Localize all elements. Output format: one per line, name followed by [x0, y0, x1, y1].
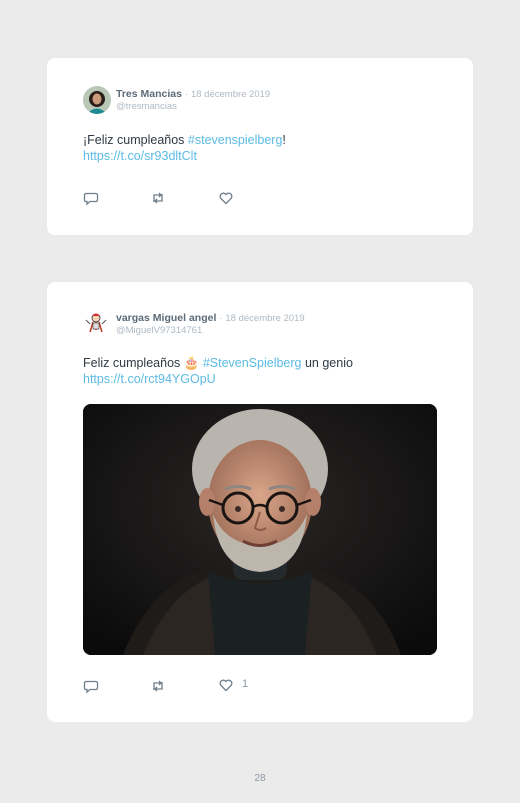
author-handle[interactable]: @tresmancias [116, 101, 177, 112]
reply-icon[interactable] [83, 190, 99, 206]
tweet-date[interactable]: 18 décembre 2019 [191, 89, 270, 100]
tweet-header: vargas Miguel angel · 18 décembre 2019 [116, 312, 305, 324]
tweet-link[interactable]: https://t.co/sr93dltClt [83, 149, 197, 163]
hashtag-link[interactable]: #stevenspielberg [188, 133, 283, 147]
tweet-text: Feliz cumpleaños 🎂 #StevenSpielberg un g… [83, 355, 443, 387]
page-number: 28 [254, 773, 266, 784]
tweet-text-start: Feliz cumpleaños [83, 356, 184, 370]
heart-icon[interactable] [218, 190, 234, 206]
tweet-date[interactable]: 18 décembre 2019 [225, 313, 304, 324]
tweet-card: vargas Miguel angel · 18 décembre 2019 @… [47, 282, 473, 722]
tweet-card: Tres Mancias · 18 décembre 2019 @tresman… [47, 58, 473, 235]
reply-icon[interactable] [83, 678, 99, 694]
like-count: 1 [242, 678, 249, 690]
tweet-photo[interactable] [83, 404, 437, 655]
tweet-link[interactable]: https://t.co/rct94YGOpU [83, 372, 216, 386]
author-name[interactable]: Tres Mancias [116, 88, 182, 100]
tweet-text-end: ! [282, 133, 286, 147]
tweet-text-end: un genio [301, 356, 353, 370]
avatar[interactable] [83, 310, 111, 338]
tweet-header: Tres Mancias · 18 décembre 2019 [116, 88, 270, 100]
author-handle[interactable]: @MiguelV97314761 [116, 325, 202, 336]
cake-emoji: 🎂 [183, 356, 200, 370]
heart-icon[interactable] [218, 677, 234, 693]
retweet-icon[interactable] [150, 190, 166, 206]
retweet-icon[interactable] [150, 678, 166, 694]
avatar[interactable] [83, 86, 111, 114]
tweet-text: ¡Feliz cumpleaños #stevenspielberg! http… [83, 132, 443, 164]
author-name[interactable]: vargas Miguel angel [116, 312, 216, 324]
separator: · [184, 89, 189, 100]
tweet-text-start: ¡Feliz cumpleaños [83, 133, 188, 147]
hashtag-link[interactable]: #StevenSpielberg [203, 356, 302, 370]
separator: · [219, 313, 223, 324]
